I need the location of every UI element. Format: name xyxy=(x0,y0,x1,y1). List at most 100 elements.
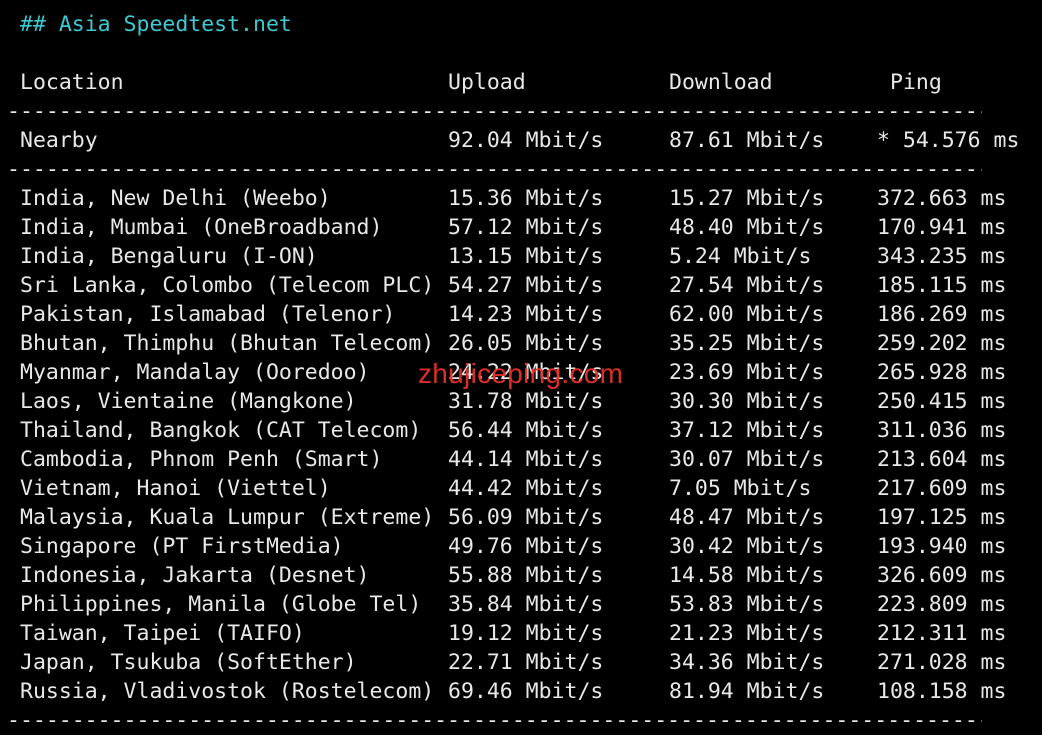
cell-ping: 265.928 ms xyxy=(877,360,1007,385)
cell-upload: 44.42 Mbit/s xyxy=(448,476,604,501)
cell-ping: 186.269 ms xyxy=(877,302,1007,327)
table-row: Laos, Vientaine (Mangkone) 31.78 Mbit/s 30… xyxy=(20,387,1020,416)
cell-location: Thailand, Bangkok (CAT Telecom) xyxy=(20,418,422,443)
cell-upload: 26.05 Mbit/s xyxy=(448,331,604,356)
cell-ping: 372.663 ms xyxy=(877,186,1007,211)
cell-upload: 69.46 Mbit/s xyxy=(448,679,604,704)
cell-upload: 49.76 Mbit/s xyxy=(448,534,604,559)
separator-line: ----------------------------------------… xyxy=(7,157,982,182)
cell-upload: 56.44 Mbit/s xyxy=(448,418,604,443)
cell-ping: 259.202 ms xyxy=(877,331,1007,356)
table-row: Pakistan, Islamabad (Telenor) 14.23 Mbit/… xyxy=(20,300,1020,329)
cell-location: Malaysia, Kuala Lumpur (Extreme) xyxy=(20,505,435,530)
cell-upload: 31.78 Mbit/s xyxy=(448,389,604,414)
cell-ping: 326.609 ms xyxy=(877,563,1007,588)
table-row: Indonesia, Jakarta (Desnet) 55.88 Mbit/s 1… xyxy=(20,561,1020,590)
cell-upload: 19.12 Mbit/s xyxy=(448,621,604,646)
cell-ping: 223.809 ms xyxy=(877,592,1007,617)
separator-line: ----------------------------------------… xyxy=(7,99,982,124)
cell-location: Cambodia, Phnom Penh (Smart) xyxy=(20,447,383,472)
cell-upload: 44.14 Mbit/s xyxy=(448,447,604,472)
cell-location: Bhutan, Thimphu (Bhutan Telecom) xyxy=(20,331,435,356)
separator-line: ----------------------------------------… xyxy=(7,708,982,733)
table-row: Philippines, Manila (Globe Tel) 35.84 Mbi… xyxy=(20,590,1020,619)
cell-download: 14.58 Mbit/s xyxy=(669,563,825,588)
cell-upload: 54.27 Mbit/s xyxy=(448,273,604,298)
cell-upload: 35.84 Mbit/s xyxy=(448,592,604,617)
cell-ping: 343.235 ms xyxy=(877,244,1007,269)
cell-download: 48.40 Mbit/s xyxy=(669,215,825,240)
cell-ping: 271.028 ms xyxy=(877,650,1007,675)
cell-download: 5.24 Mbit/s xyxy=(669,244,812,269)
table-row: India, New Delhi (Weebo) 15.36 Mbit/s 15.2… xyxy=(20,184,1020,213)
table-row: Malaysia, Kuala Lumpur (Extreme) 56.09 Mb… xyxy=(20,503,1020,532)
column-header-download: Download xyxy=(669,70,773,95)
cell-download: 21.23 Mbit/s xyxy=(669,621,825,646)
cell-ping: 311.036 ms xyxy=(877,418,1007,443)
table-row: India, Mumbai (OneBroadband) 57.12 Mbit/s… xyxy=(20,213,1020,242)
cell-ping: 217.609 ms xyxy=(877,476,1007,501)
cell-download: 30.30 Mbit/s xyxy=(669,389,825,414)
table-row: Vietnam, Hanoi (Viettel) 44.42 Mbit/s 7.05… xyxy=(20,474,1020,503)
cell-download: 37.12 Mbit/s xyxy=(669,418,825,443)
cell-download: 15.27 Mbit/s xyxy=(669,186,825,211)
cell-ping: 108.158 ms xyxy=(877,679,1007,704)
table-header-row: Location Upload Download Ping xyxy=(20,68,1020,97)
cell-download: 30.42 Mbit/s xyxy=(669,534,825,559)
column-header-ping: Ping xyxy=(890,70,942,95)
cell-upload: 22.71 Mbit/s xyxy=(448,650,604,675)
table-row: Bhutan, Thimphu (Bhutan Telecom) 26.05 Mb… xyxy=(20,329,1020,358)
cell-download: 7.05 Mbit/s xyxy=(669,476,812,501)
table-row-nearby: Nearby 92.04 Mbit/s 87.61 Mbit/s * 54.57… xyxy=(20,126,1030,155)
cell-download: 53.83 Mbit/s xyxy=(669,592,825,617)
table-row: Cambodia, Phnom Penh (Smart) 44.14 Mbit/s… xyxy=(20,445,1020,474)
cell-upload: 57.12 Mbit/s xyxy=(448,215,604,240)
cell-download: 87.61 Mbit/s xyxy=(669,128,825,153)
cell-location: Philippines, Manila (Globe Tel) xyxy=(20,592,422,617)
table-row: India, Bengaluru (I-ON) 13.15 Mbit/s 5.24 … xyxy=(20,242,1020,271)
cell-download: 27.54 Mbit/s xyxy=(669,273,825,298)
column-header-upload: Upload xyxy=(448,70,526,95)
cell-upload: 92.04 Mbit/s xyxy=(448,128,604,153)
cell-location: Myanmar, Mandalay (Ooredoo) xyxy=(20,360,370,385)
table-row: Thailand, Bangkok (CAT Telecom) 56.44 Mbi… xyxy=(20,416,1020,445)
cell-download: 23.69 Mbit/s xyxy=(669,360,825,385)
cell-ping: 250.415 ms xyxy=(877,389,1007,414)
cell-download: 81.94 Mbit/s xyxy=(669,679,825,704)
cell-upload: 55.88 Mbit/s xyxy=(448,563,604,588)
cell-location: Indonesia, Jakarta (Desnet) xyxy=(20,563,370,588)
table-row: Russia, Vladivostok (Rostelecom) 69.46 Mb… xyxy=(20,677,1020,706)
cell-location: Vietnam, Hanoi (Viettel) xyxy=(20,476,331,501)
cell-ping: 212.311 ms xyxy=(877,621,1007,646)
table-row: Sri Lanka, Colombo (Telecom PLC) 54.27 Mb… xyxy=(20,271,1020,300)
cell-upload: 15.36 Mbit/s xyxy=(448,186,604,211)
cell-location: Nearby xyxy=(20,128,98,153)
cell-location: Taiwan, Taipei (TAIFO) xyxy=(20,621,305,646)
table-row: Singapore (PT FirstMedia) 49.76 Mbit/s 30.… xyxy=(20,532,1020,561)
cell-upload: 56.09 Mbit/s xyxy=(448,505,604,530)
cell-ping: 197.125 ms xyxy=(877,505,1007,530)
cell-location: India, New Delhi (Weebo) xyxy=(20,186,331,211)
cell-location: India, Mumbai (OneBroadband) xyxy=(20,215,383,240)
cell-download: 30.07 Mbit/s xyxy=(669,447,825,472)
cell-ping: * 54.576 ms xyxy=(877,128,1020,153)
cell-download: 35.25 Mbit/s xyxy=(669,331,825,356)
cell-download: 34.36 Mbit/s xyxy=(669,650,825,675)
cell-ping: 213.604 ms xyxy=(877,447,1007,472)
cell-upload: 14.23 Mbit/s xyxy=(448,302,604,327)
cell-location: Laos, Vientaine (Mangkone) xyxy=(20,389,357,414)
cell-ping: 185.115 ms xyxy=(877,273,1007,298)
cell-location: Russia, Vladivostok (Rostelecom) xyxy=(20,679,435,704)
cell-ping: 193.940 ms xyxy=(877,534,1007,559)
table-row: Taiwan, Taipei (TAIFO) 19.12 Mbit/s 21.23 … xyxy=(20,619,1020,648)
cell-download: 48.47 Mbit/s xyxy=(669,505,825,530)
column-header-location: Location xyxy=(20,70,124,95)
cell-location: India, Bengaluru (I-ON) xyxy=(20,244,318,269)
cell-location: Singapore (PT FirstMedia) xyxy=(20,534,344,559)
cell-ping: 170.941 ms xyxy=(877,215,1007,240)
cell-upload: 13.15 Mbit/s xyxy=(448,244,604,269)
cell-location: Pakistan, Islamabad (Telenor) xyxy=(20,302,396,327)
cell-location: Japan, Tsukuba (SoftEther) xyxy=(20,650,357,675)
cell-download: 62.00 Mbit/s xyxy=(669,302,825,327)
section-heading: ## Asia Speedtest.net xyxy=(20,12,292,37)
